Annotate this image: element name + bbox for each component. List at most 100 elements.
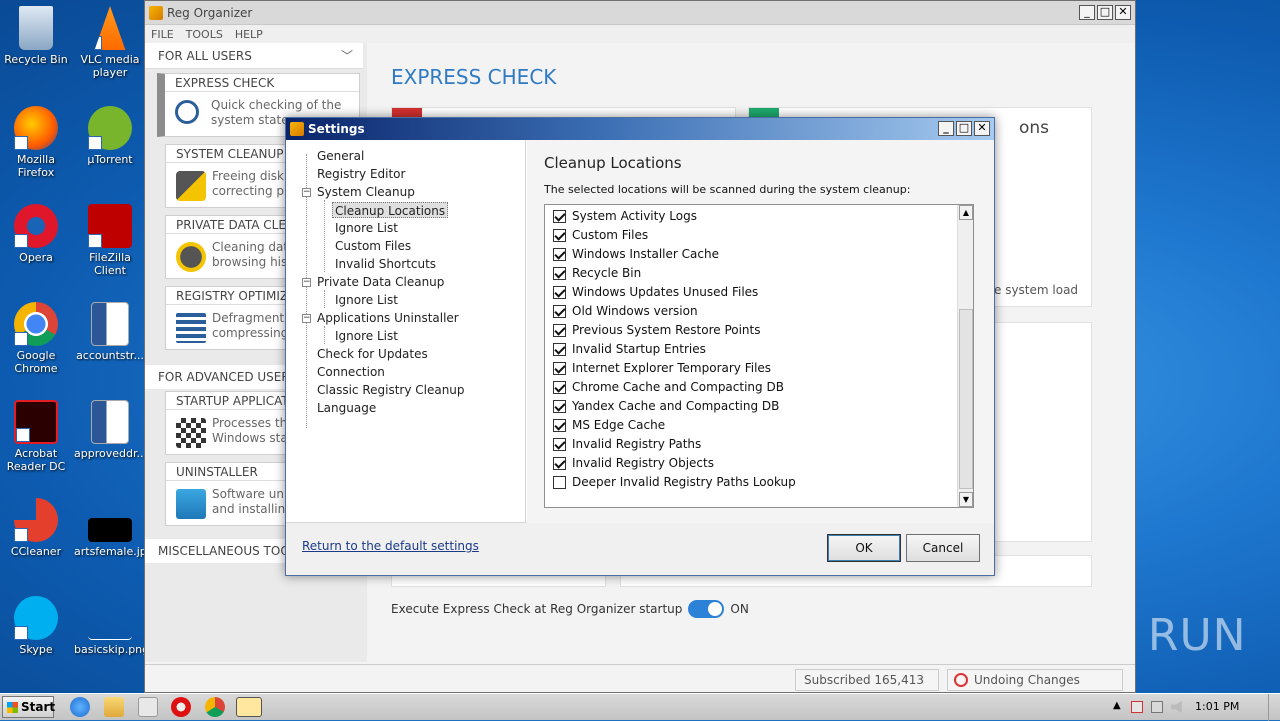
chrome-taskbar-icon[interactable] — [205, 697, 225, 717]
scroll-down-arrow-icon[interactable]: ▼ — [959, 492, 973, 507]
tree-item-ignore-list[interactable]: Ignore List — [333, 220, 400, 236]
for-all-users-dropdown[interactable]: FOR ALL USERS ﹀ — [145, 43, 363, 69]
checkbox[interactable] — [553, 209, 566, 223]
location-item[interactable]: Invalid Registry Objects — [553, 454, 714, 472]
location-item[interactable]: System Activity Logs — [553, 207, 697, 225]
ok-button[interactable]: OK — [827, 534, 901, 562]
close-button[interactable]: ✕ — [974, 121, 990, 136]
checkbox[interactable] — [553, 342, 566, 356]
location-item[interactable]: Deeper Invalid Registry Paths Lookup — [553, 473, 796, 491]
tree-item-general[interactable]: General — [315, 148, 366, 164]
desktop-icon-basicskip[interactable]: basicskip.png — [74, 596, 149, 656]
tree-item-classic-registry-cleanup[interactable]: Classic Registry Cleanup — [315, 382, 467, 398]
checkbox[interactable] — [553, 361, 566, 375]
opera-taskbar-icon[interactable] — [171, 697, 191, 717]
tree-item-registry-editor[interactable]: Registry Editor — [315, 166, 407, 182]
settings-titlebar[interactable]: Settings _ □ ✕ — [286, 118, 994, 140]
tree-item-system-cleanup[interactable]: System Cleanup — [315, 184, 417, 200]
media-player-icon[interactable] — [138, 697, 158, 717]
location-item[interactable]: Previous System Restore Points — [553, 321, 760, 339]
minimize-button[interactable]: _ — [938, 121, 954, 136]
list-scrollbar[interactable]: ▲ ▼ — [957, 205, 973, 507]
checkbox[interactable] — [553, 304, 566, 318]
tree-item-ignore-list[interactable]: Ignore List — [333, 328, 400, 344]
location-item[interactable]: Internet Explorer Temporary Files — [553, 359, 771, 377]
file-explorer-icon[interactable] — [104, 697, 124, 717]
desktop-icon-acrobat[interactable]: Acrobat Reader DC — [0, 400, 72, 473]
menu-file[interactable]: FILE — [151, 28, 174, 41]
desktop-icon-opera[interactable]: Opera — [0, 204, 72, 264]
tree-item-language[interactable]: Language — [315, 400, 378, 416]
main-titlebar[interactable]: Reg Organizer _ □ ✕ — [145, 1, 1135, 25]
checkbox[interactable] — [553, 399, 566, 413]
location-item[interactable]: Chrome Cache and Compacting DB — [553, 378, 784, 396]
location-item[interactable]: Windows Updates Unused Files — [553, 283, 758, 301]
checkbox[interactable] — [553, 323, 566, 337]
reg-organizer-taskbar-icon[interactable] — [236, 697, 262, 717]
tree-item-invalid-shortcuts[interactable]: Invalid Shortcuts — [333, 256, 438, 272]
cancel-button[interactable]: Cancel — [906, 534, 980, 562]
desktop-icon-skype[interactable]: Skype — [0, 596, 72, 656]
show-desktop-button[interactable] — [1268, 694, 1280, 721]
tray-expand-icon[interactable]: ▲ — [1113, 700, 1121, 711]
checkbox[interactable] — [553, 380, 566, 394]
maximize-button[interactable]: □ — [1097, 5, 1113, 20]
checkbox[interactable] — [553, 418, 566, 432]
location-item[interactable]: Recycle Bin — [553, 264, 641, 282]
location-item[interactable]: Windows Installer Cache — [553, 245, 719, 263]
desktop-icon-chrome[interactable]: Google Chrome — [0, 302, 72, 375]
return-to-default-settings-link[interactable]: Return to the default settings — [302, 539, 479, 553]
location-item[interactable]: MS Edge Cache — [553, 416, 665, 434]
location-label: Custom Files — [572, 228, 649, 242]
scroll-up-arrow-icon[interactable]: ▲ — [959, 205, 973, 220]
tree-item-private-data-cleanup[interactable]: Private Data Cleanup — [315, 274, 446, 290]
start-button[interactable]: Start — [2, 696, 55, 718]
tree-item-check-for-updates[interactable]: Check for Updates — [315, 346, 430, 362]
checkbox[interactable] — [553, 475, 566, 489]
checkbox[interactable] — [553, 437, 566, 451]
subscribed-count[interactable]: Subscribed 165,413 — [795, 669, 939, 691]
desktop-icon-accountstr[interactable]: accountstr... — [74, 302, 146, 362]
minimize-button[interactable]: _ — [1079, 5, 1095, 20]
tree-collapse-toggle[interactable]: − — [302, 188, 311, 197]
menu-help[interactable]: HELP — [235, 28, 263, 41]
location-item[interactable]: Old Windows version — [553, 302, 698, 320]
desktop-icon-firefox[interactable]: Mozilla Firefox — [0, 106, 72, 179]
location-item[interactable]: Invalid Startup Entries — [553, 340, 706, 358]
tree-collapse-toggle[interactable]: − — [302, 314, 311, 323]
location-item[interactable]: Yandex Cache and Compacting DB — [553, 397, 779, 415]
tree-item-custom-files[interactable]: Custom Files — [333, 238, 413, 254]
desktop-icon-vlc[interactable]: VLC media player — [74, 6, 146, 79]
desktop-icon-recycle-bin[interactable]: Recycle Bin — [0, 6, 72, 66]
internet-explorer-icon[interactable] — [70, 697, 90, 717]
tree-collapse-toggle[interactable]: − — [302, 278, 311, 287]
checkbox[interactable] — [553, 285, 566, 299]
checkbox[interactable] — [553, 228, 566, 242]
clock[interactable]: 1:01 PM — [1195, 700, 1239, 713]
desktop-icon-approveddr[interactable]: approveddr... — [74, 400, 147, 460]
desktop-icon-label: accountstr... — [76, 349, 144, 362]
close-button[interactable]: ✕ — [1115, 5, 1131, 20]
location-item[interactable]: Custom Files — [553, 226, 648, 244]
cleanup-locations-list[interactable]: System Activity Logs Custom Files Window… — [544, 204, 974, 508]
menu-tools[interactable]: TOOLS — [186, 28, 223, 41]
network-icon[interactable] — [1151, 701, 1163, 713]
tree-item-connection[interactable]: Connection — [315, 364, 387, 380]
tree-item-applications-uninstaller[interactable]: Applications Uninstaller — [315, 310, 461, 326]
tree-item-cleanup-locations[interactable]: Cleanup Locations — [332, 202, 449, 218]
undoing-changes-center-button[interactable]: Undoing Changes Center — [947, 669, 1123, 707]
checkbox[interactable] — [553, 456, 566, 470]
desktop-icon-ccleaner[interactable]: CCleaner — [0, 498, 72, 558]
express-startup-toggle[interactable] — [688, 600, 725, 618]
checkbox[interactable] — [553, 266, 566, 280]
checkbox[interactable] — [553, 247, 566, 261]
action-center-flag-icon[interactable] — [1131, 701, 1143, 713]
volume-icon[interactable] — [1171, 701, 1182, 713]
maximize-button[interactable]: □ — [956, 121, 972, 136]
scrollbar-thumb[interactable] — [959, 309, 973, 489]
desktop-icon-filezilla[interactable]: FileZilla Client — [74, 204, 146, 277]
location-item[interactable]: Invalid Registry Paths — [553, 435, 701, 453]
tree-item-ignore-list[interactable]: Ignore List — [333, 292, 400, 308]
desktop-icon-utorrent[interactable]: µTorrent — [74, 106, 146, 166]
desktop-icon-artsfemale[interactable]: artsfemale.jpg — [74, 498, 154, 558]
